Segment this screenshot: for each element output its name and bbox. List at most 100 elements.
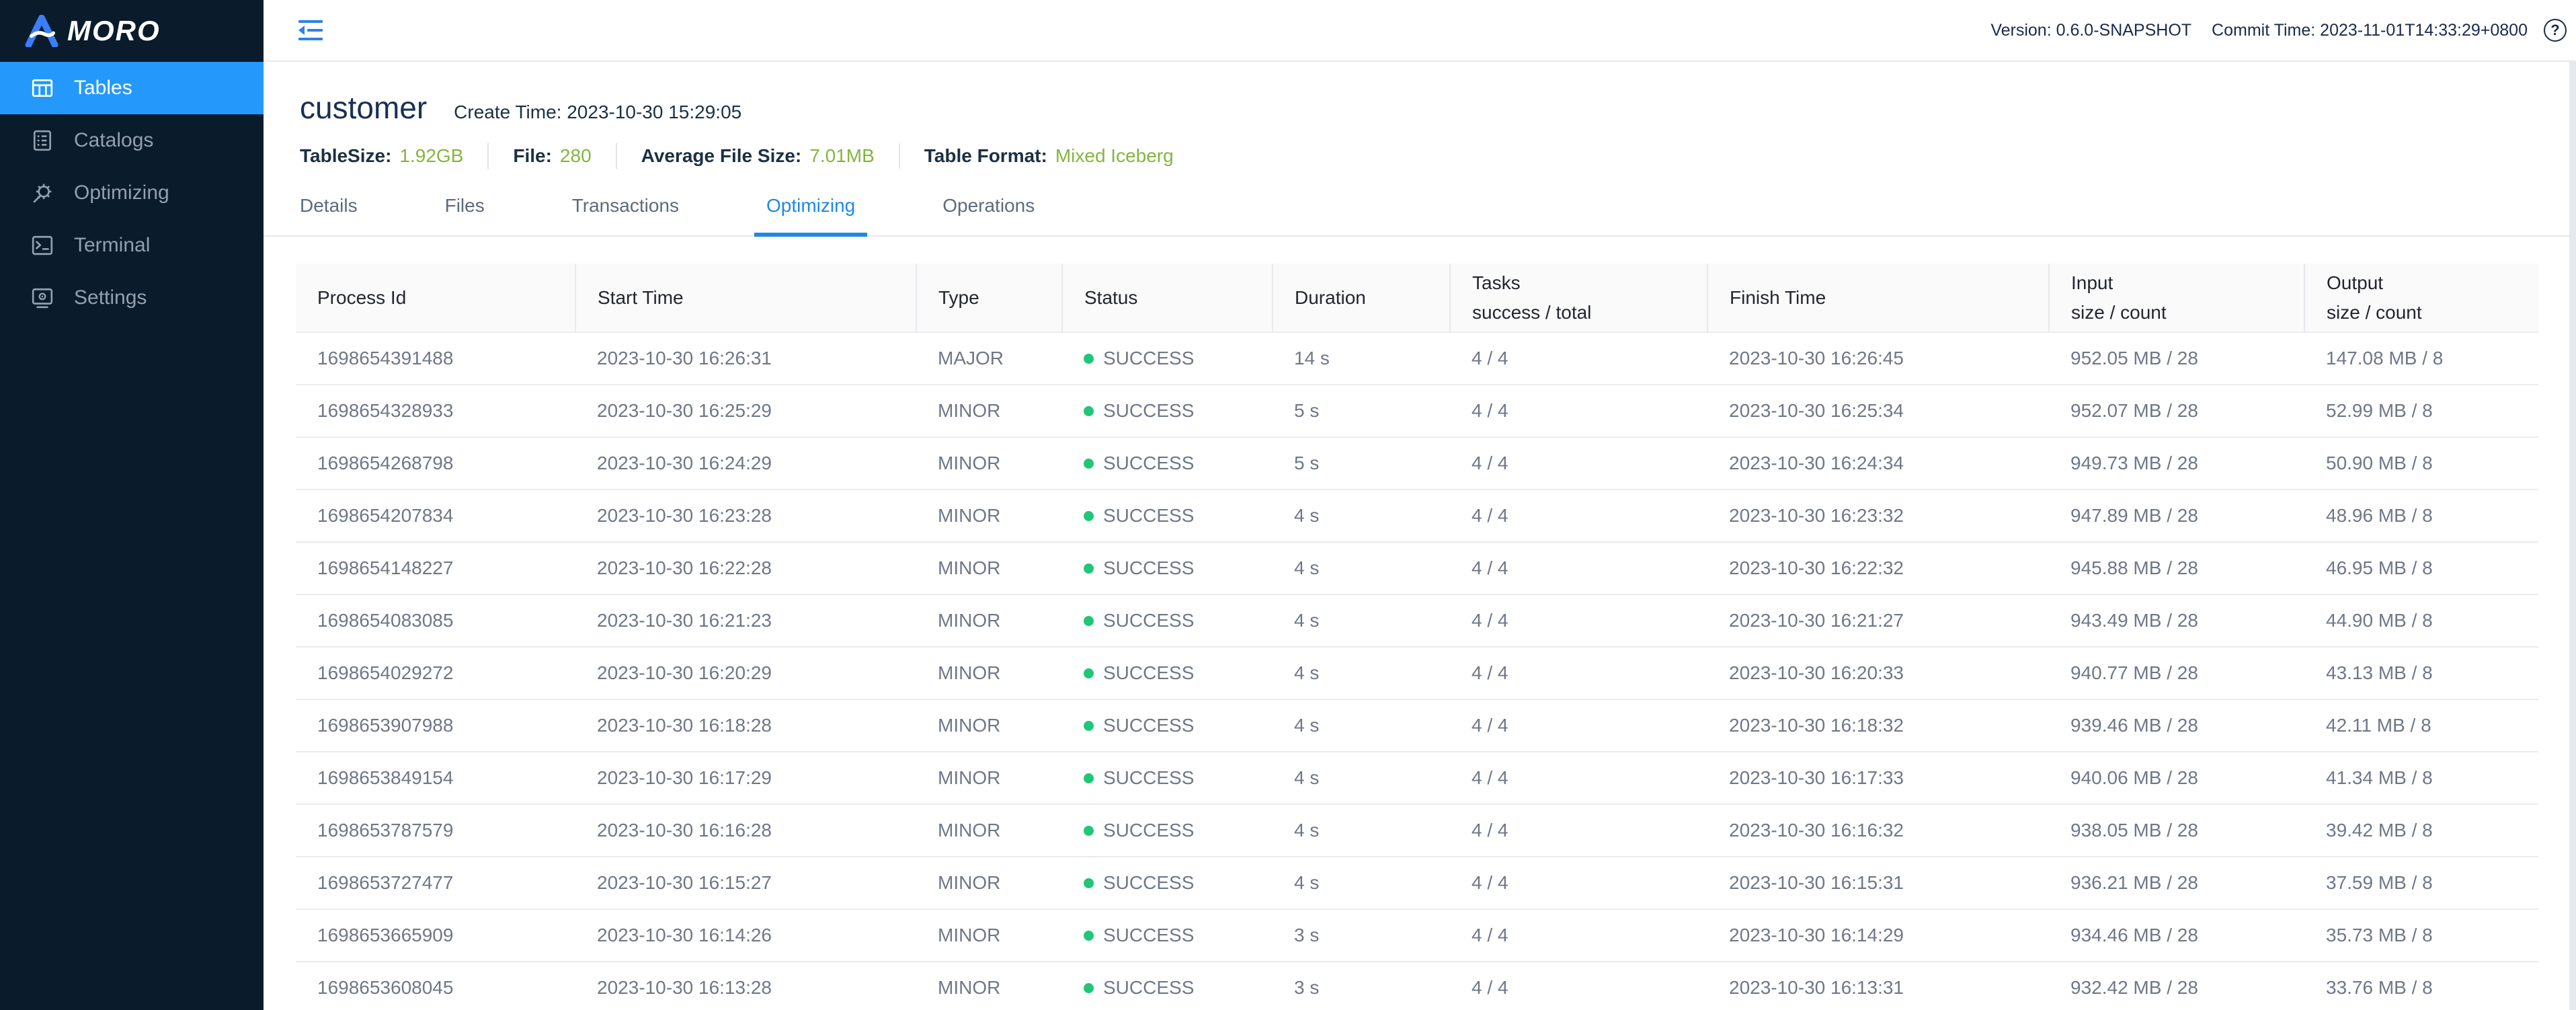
- sidebar-item-optimizing[interactable]: Optimizing: [0, 167, 264, 219]
- cell-duration: 4 s: [1273, 752, 1450, 804]
- col-type: Type: [916, 264, 1062, 332]
- cell-type: MINOR: [916, 594, 1062, 647]
- table-row[interactable]: 16986537875792023-10-30 16:16:28MINORSUC…: [296, 804, 2538, 857]
- col-label: Input: [2071, 268, 2304, 298]
- stat-label: File:: [513, 145, 552, 167]
- col-input: Inputsize / count: [2049, 264, 2304, 332]
- tab-files[interactable]: Files: [445, 183, 485, 235]
- cell-process-id: 1698654207834: [296, 490, 575, 542]
- table-row[interactable]: 16986536080452023-10-30 16:13:28MINORSUC…: [296, 962, 2538, 1010]
- cell-type: MINOR: [916, 385, 1062, 437]
- col-status: Status: [1062, 264, 1273, 332]
- status-text: SUCCESS: [1103, 400, 1194, 421]
- table-row[interactable]: 16986537274772023-10-30 16:15:27MINORSUC…: [296, 857, 2538, 909]
- cell-process-id: 1698654083085: [296, 594, 575, 647]
- status-text: SUCCESS: [1103, 505, 1194, 526]
- table-row[interactable]: 16986540830852023-10-30 16:21:23MINORSUC…: [296, 594, 2538, 647]
- cell-status: SUCCESS: [1062, 909, 1273, 962]
- table-row[interactable]: 16986540292722023-10-30 16:20:29MINORSUC…: [296, 647, 2538, 699]
- cell-tasks: 4 / 4: [1450, 752, 1707, 804]
- cell-finish-time: 2023-10-30 16:26:45: [1707, 332, 2049, 385]
- commit-time-text: Commit Time: 2023-11-01T14:33:29+0800: [2212, 21, 2528, 40]
- table-row[interactable]: 16986542078342023-10-30 16:23:28MINORSUC…: [296, 490, 2538, 542]
- catalog-icon: [31, 129, 54, 152]
- stat-label: Average File Size:: [641, 145, 802, 167]
- tab-transactions[interactable]: Transactions: [572, 183, 679, 235]
- table-row[interactable]: 16986542687982023-10-30 16:24:29MINORSUC…: [296, 437, 2538, 490]
- col-sublabel: success / total: [1472, 298, 1707, 327]
- cell-input: 952.05 MB / 28: [2049, 332, 2304, 385]
- cell-tasks: 4 / 4: [1450, 385, 1707, 437]
- cell-tasks: 4 / 4: [1450, 332, 1707, 385]
- table-row[interactable]: 16986536659092023-10-30 16:14:26MINORSUC…: [296, 909, 2538, 962]
- col-output: Outputsize / count: [2304, 264, 2538, 332]
- menu-fold-icon[interactable]: [298, 20, 323, 41]
- tab-details[interactable]: Details: [300, 183, 358, 235]
- cell-process-id: 1698653907988: [296, 699, 575, 752]
- sidebar-item-terminal[interactable]: Terminal: [0, 219, 264, 272]
- stat-value: 7.01MB: [809, 145, 875, 167]
- sidebar-item-label: Tables: [74, 77, 132, 100]
- cell-duration: 3 s: [1273, 909, 1450, 962]
- optimizing-table: Process IdStart TimeTypeStatusDurationTa…: [296, 264, 2538, 1010]
- stat-divider: [899, 143, 900, 169]
- sidebar-item-settings[interactable]: Settings: [0, 272, 264, 324]
- success-dot-icon: [1084, 826, 1094, 836]
- stats-row: TableSize:1.92GBFile:280Average File Siz…: [264, 143, 2576, 169]
- tab-operations[interactable]: Operations: [942, 183, 1035, 235]
- cell-type: MINOR: [916, 699, 1062, 752]
- cell-process-id: 1698654148227: [296, 542, 575, 594]
- cell-status: SUCCESS: [1062, 332, 1273, 385]
- cell-input: 939.46 MB / 28: [2049, 699, 2304, 752]
- scrollbar-track[interactable]: [2569, 62, 2576, 1010]
- cell-start-time: 2023-10-30 16:14:26: [575, 909, 916, 962]
- cell-finish-time: 2023-10-30 16:22:32: [1707, 542, 2049, 594]
- cell-status: SUCCESS: [1062, 857, 1273, 909]
- version-text: Version: 0.6.0-SNAPSHOT: [1990, 21, 2191, 40]
- cell-status: SUCCESS: [1062, 490, 1273, 542]
- cell-finish-time: 2023-10-30 16:20:33: [1707, 647, 2049, 699]
- cell-process-id: 1698653727477: [296, 857, 575, 909]
- cell-tasks: 4 / 4: [1450, 699, 1707, 752]
- table-row[interactable]: 16986543914882023-10-30 16:26:31MAJORSUC…: [296, 332, 2538, 385]
- stat-table-size: TableSize:1.92GB: [300, 145, 463, 167]
- col-duration: Duration: [1273, 264, 1450, 332]
- table-row[interactable]: 16986539079882023-10-30 16:18:28MINORSUC…: [296, 699, 2538, 752]
- topbar: Version: 0.6.0-SNAPSHOT Commit Time: 202…: [264, 0, 2576, 62]
- cell-status: SUCCESS: [1062, 594, 1273, 647]
- status-text: SUCCESS: [1103, 453, 1194, 473]
- amoro-logo[interactable]: MORO: [0, 0, 264, 62]
- success-dot-icon: [1084, 564, 1094, 574]
- table-row[interactable]: 16986541482272023-10-30 16:22:28MINORSUC…: [296, 542, 2538, 594]
- stat-divider: [487, 143, 489, 169]
- cell-tasks: 4 / 4: [1450, 647, 1707, 699]
- status-text: SUCCESS: [1103, 557, 1194, 578]
- cell-finish-time: 2023-10-30 16:24:34: [1707, 437, 2049, 490]
- cell-start-time: 2023-10-30 16:25:29: [575, 385, 916, 437]
- sidebar-item-tables[interactable]: Tables: [0, 62, 264, 114]
- main-area: Version: 0.6.0-SNAPSHOT Commit Time: 202…: [264, 0, 2576, 1010]
- cell-status: SUCCESS: [1062, 752, 1273, 804]
- tab-optimizing[interactable]: Optimizing: [766, 183, 855, 235]
- amoro-logo-icon: [24, 15, 59, 47]
- cell-duration: 4 s: [1273, 857, 1450, 909]
- help-icon[interactable]: ?: [2544, 19, 2567, 42]
- content: customer Create Time: 2023-10-30 15:29:0…: [264, 62, 2576, 1010]
- cell-type: MINOR: [916, 909, 1062, 962]
- cell-start-time: 2023-10-30 16:20:29: [575, 647, 916, 699]
- table-row[interactable]: 16986543289332023-10-30 16:25:29MINORSUC…: [296, 385, 2538, 437]
- cell-output: 42.11 MB / 8: [2304, 699, 2538, 752]
- sidebar-item-catalogs[interactable]: Catalogs: [0, 114, 264, 167]
- cell-duration: 3 s: [1273, 962, 1450, 1010]
- success-dot-icon: [1084, 721, 1094, 731]
- cell-start-time: 2023-10-30 16:23:28: [575, 490, 916, 542]
- cell-output: 33.76 MB / 8: [2304, 962, 2538, 1010]
- status-text: SUCCESS: [1103, 662, 1194, 683]
- status-text: SUCCESS: [1103, 715, 1194, 736]
- col-finish-time: Finish Time: [1707, 264, 2049, 332]
- cell-tasks: 4 / 4: [1450, 594, 1707, 647]
- cell-finish-time: 2023-10-30 16:23:32: [1707, 490, 2049, 542]
- table-row[interactable]: 16986538491542023-10-30 16:17:29MINORSUC…: [296, 752, 2538, 804]
- cell-output: 39.42 MB / 8: [2304, 804, 2538, 857]
- page-title: customer: [300, 89, 427, 126]
